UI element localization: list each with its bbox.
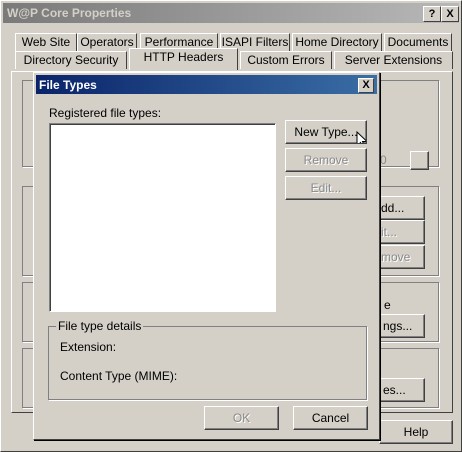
tab-directory-security[interactable]: Directory Security — [15, 51, 127, 69]
edit-type-button[interactable]: Edit... — [285, 176, 367, 200]
spinner-box[interactable] — [410, 151, 429, 170]
tab-home-directory[interactable]: Home Directory — [292, 33, 382, 51]
mouse-cursor-icon — [356, 131, 366, 143]
window-close-button[interactable]: X — [441, 6, 459, 22]
new-type-button[interactable]: New Type... — [285, 120, 367, 144]
ratings-button-label: ngs... — [383, 319, 413, 333]
ok-button[interactable]: OK — [204, 406, 279, 430]
window-titlebar[interactable]: W@P Core Properties ? X — [3, 3, 459, 23]
remove-type-button[interactable]: Remove — [285, 148, 367, 172]
file-type-details-group — [48, 326, 367, 400]
tab-operators[interactable]: Operators — [77, 33, 137, 51]
tab-custom-errors[interactable]: Custom Errors — [240, 51, 332, 69]
new-type-label: New Type... — [294, 125, 358, 139]
help-title-button[interactable]: ? — [423, 6, 441, 22]
registered-types-list[interactable] — [49, 123, 276, 312]
content-type-label: Content Type (MIME): — [60, 369, 178, 383]
dialog-titlebar[interactable]: File Types X — [36, 75, 377, 94]
file-types-dialog: File Types X Registered file types: New … — [33, 72, 380, 440]
details-group-label: File type details — [56, 319, 144, 333]
registered-types-label: Registered file types: — [49, 106, 162, 120]
tab-server-extensions[interactable]: Server Extensions — [334, 51, 453, 69]
help-button[interactable]: Help — [379, 420, 453, 444]
add-button-label: dd... — [381, 201, 405, 215]
cancel-button[interactable]: Cancel — [293, 406, 368, 430]
remove-button-label: move — [381, 250, 411, 264]
file-types-button-label: es... — [383, 383, 406, 397]
extension-label: Extension: — [60, 340, 117, 354]
tab-web-site[interactable]: Web Site — [15, 33, 77, 51]
tab-documents[interactable]: Documents — [384, 33, 452, 51]
rating-text-fragment: e — [384, 298, 391, 312]
spinner-value: 0 — [380, 153, 387, 167]
tab-http-headers[interactable]: HTTP Headers — [129, 48, 238, 70]
dialog-title: File Types — [39, 78, 97, 92]
edit-button-label: it... — [381, 225, 398, 239]
window-title: W@P Core Properties — [7, 6, 132, 20]
dialog-close-button[interactable]: X — [358, 78, 374, 93]
